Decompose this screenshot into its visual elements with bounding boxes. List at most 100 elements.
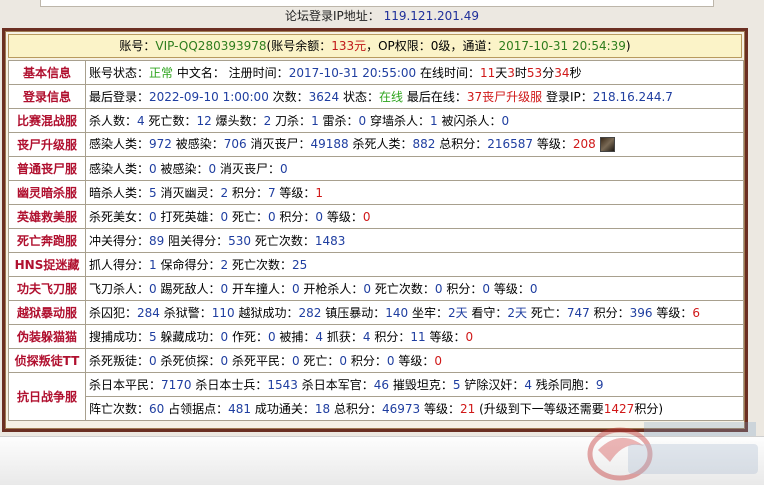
label: 越狱成功： <box>234 305 299 320</box>
label: 踢死敌人： <box>156 281 221 296</box>
unit: 天 <box>495 65 508 80</box>
label: 杀死侦探： <box>156 353 221 368</box>
label: 积分： <box>275 209 316 224</box>
cat-zombie: 丧尸升级服 <box>8 132 86 157</box>
label: 账号状态： <box>89 65 150 80</box>
label: 刀杀： <box>271 113 312 128</box>
last-online-server: 37丧尸升级服 <box>466 89 543 104</box>
value: 0 <box>208 161 217 176</box>
value: 7170 <box>161 377 192 392</box>
value: 706 <box>223 137 247 151</box>
label: 积分： <box>347 353 387 368</box>
label: 打死英雄： <box>156 209 221 224</box>
label: 等级： <box>275 185 316 200</box>
value: 89 <box>149 233 165 248</box>
watermark-graphic <box>587 422 758 481</box>
label: 最后登录： <box>89 89 150 104</box>
value: 4 <box>315 329 324 344</box>
value: 1543 <box>267 377 298 392</box>
level-value: 208 <box>572 137 596 151</box>
val-ghost: 暗杀人类：5 消灭幽灵：2 积分：7 等级：1 <box>85 180 744 205</box>
label: 注册时间： <box>224 65 289 80</box>
row-war-1: 抗日战争服 杀日本平民：7170 杀日本士兵：1543 杀日本军官：46 摧毁坦… <box>8 372 744 421</box>
stats-frame: 账号：VIP-QQ280393978(账号余额：133元，OP权限：0级，通道：… <box>2 28 748 432</box>
level-value: 6 <box>692 305 700 320</box>
label: 爆头数： <box>211 113 264 128</box>
register-time: 2017-10-31 20:55:00 <box>288 65 417 80</box>
row-basic: 基本信息 账号状态：正常 中文名： 注册时间：2017-10-31 20:55:… <box>8 60 744 85</box>
value: 0 <box>149 281 157 296</box>
balance-label: (账号余额： <box>266 39 332 53</box>
login-count: 3624 <box>308 89 340 104</box>
label: 被捕： <box>275 329 316 344</box>
value: 0 <box>149 353 157 368</box>
value: 0 <box>220 281 229 296</box>
value: 1 <box>311 113 319 128</box>
label: 杀狱警： <box>159 305 212 320</box>
cat-war: 抗日战争服 <box>8 372 86 421</box>
unit: 分 <box>542 65 555 80</box>
label: 开枪杀人： <box>299 281 364 296</box>
value: 0 <box>291 353 300 368</box>
label: 阻关得分： <box>164 233 229 248</box>
label: 被闪杀人： <box>437 113 502 128</box>
level-value: 0 <box>465 329 474 344</box>
label: 次数： <box>268 89 309 104</box>
label: 杀囚犯： <box>89 305 138 320</box>
val-prop: 搜捕成功：5 躲藏成功：0 作死：0 被捕：4 抓获：4 积分：11 等级：0 <box>85 324 744 349</box>
value: 0 <box>267 209 276 224</box>
value: 140 <box>385 305 409 320</box>
label: 保命得分： <box>156 257 221 272</box>
value: 216587 <box>487 137 534 151</box>
value: 12 <box>196 113 212 128</box>
cat-hero: 英雄救美服 <box>8 204 86 229</box>
unit: 秒 <box>569 65 582 80</box>
label: 感染人类： <box>89 161 150 176</box>
value: 4 <box>524 377 532 392</box>
value: 0 <box>386 353 395 368</box>
row-login: 登录信息 最后登录：2022-09-10 1:00:00 次数：3624 状态：… <box>8 84 744 109</box>
value: 530 <box>228 233 252 248</box>
forum-ip-label: 论坛登录IP地址： <box>284 9 380 23</box>
label: 杀死平民： <box>228 353 292 368</box>
value: 0 <box>149 161 157 176</box>
value: 0 <box>482 281 490 296</box>
label: 杀死叛徒： <box>89 353 150 368</box>
label: 占领据点： <box>164 401 229 416</box>
label: 杀死美女： <box>89 209 150 224</box>
cat-normal-zombie: 普通丧尸服 <box>8 156 86 181</box>
label: 等级： <box>533 137 573 151</box>
value: 1 <box>149 257 157 272</box>
label: 杀日本平民： <box>89 377 162 392</box>
online-minutes: 53 <box>526 65 543 80</box>
label: 搜捕成功： <box>89 329 150 344</box>
value: 5 <box>452 377 461 392</box>
label: 消灭丧尸： <box>246 137 311 151</box>
val-death-run: 冲关得分：89 阻关得分：530 死亡次数：1483 <box>85 228 744 253</box>
label: 积分： <box>370 329 411 344</box>
row-tt: 侦探叛徒TT 杀死叛徒：0 杀死侦探：0 杀死平民：0 死亡：0 积分：0 等级… <box>8 348 744 373</box>
label: 最后在线： <box>403 89 467 104</box>
value: 0 <box>501 113 510 128</box>
label: 看守： <box>467 305 508 320</box>
stats-table: 基本信息 账号状态：正常 中文名： 注册时间：2017-10-31 20:55:… <box>8 60 744 421</box>
value: 110 <box>211 305 235 320</box>
label: 冲关得分： <box>89 233 150 248</box>
label: 状态： <box>339 89 380 104</box>
label: 消灭幽灵： <box>156 185 221 200</box>
value: 0 <box>315 209 324 224</box>
label: 等级： <box>425 329 466 344</box>
label: 死亡次数： <box>228 257 292 272</box>
label: 抓人得分： <box>89 257 150 272</box>
label: 雷杀： <box>318 113 359 128</box>
value: 46973 <box>381 401 421 416</box>
value: 2 <box>220 257 229 272</box>
level-value: 21 <box>459 401 476 416</box>
row-match: 比赛混战服 杀人数：4 死亡数：12 爆头数：2 刀杀：1 雷杀：0 穿墙杀人：… <box>8 108 744 133</box>
value: 0 <box>434 281 443 296</box>
account-status: 正常 <box>149 65 174 80</box>
label: 总积分： <box>330 401 382 416</box>
label: 总积分： <box>435 137 488 151</box>
val-hero: 杀死美女：0 打死英雄：0 死亡：0 积分：0 等级：0 <box>85 204 744 229</box>
value: 0 <box>279 161 288 176</box>
